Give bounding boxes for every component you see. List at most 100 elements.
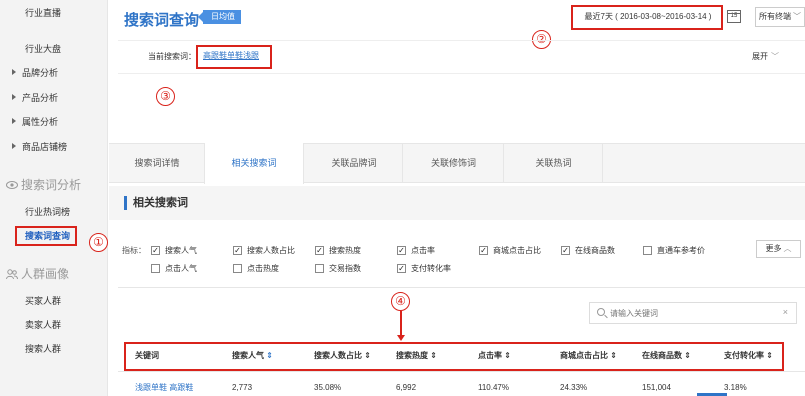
table-cell: 24.33%: [560, 383, 588, 392]
sidebar-section-label: 人群画像: [21, 267, 70, 281]
checkbox-label: 搜索热度: [329, 246, 361, 255]
sort-icon: ⇕: [504, 351, 511, 360]
users-icon: [6, 269, 18, 280]
annotation-circle-3: ③: [156, 87, 175, 106]
checkbox-search-share[interactable]: ✓ 搜索人数占比: [233, 245, 295, 256]
expand-toggle[interactable]: 展开 ﹀: [752, 51, 779, 62]
checkbox-checked-icon: ✓: [151, 246, 160, 255]
checkbox-checked-icon: ✓: [561, 246, 570, 255]
sidebar-section-crowd-profile[interactable]: 人群画像: [6, 264, 69, 284]
indicator-label: 指标：: [122, 246, 146, 255]
column-header-label: 搜索人数占比: [314, 351, 362, 360]
page-title: 搜索词查询: [124, 12, 200, 29]
checkbox-online-items[interactable]: ✓ 在线商品数: [561, 245, 615, 256]
sort-icon: ⇕: [364, 351, 371, 360]
sidebar-item-label: 商品店铺榜: [22, 142, 68, 152]
checkbox-checked-icon: ✓: [233, 246, 242, 255]
column-header-label: 搜索人气: [232, 351, 264, 360]
table-cell: 2,773: [232, 383, 253, 392]
sort-icon: ⇕: [266, 351, 273, 360]
column-header-label: 商城点击占比: [560, 351, 608, 360]
sidebar-item-industry-overview[interactable]: 行业大盘: [0, 40, 108, 58]
sidebar-item-brand-analysis[interactable]: 品牌分析: [0, 64, 108, 82]
keyword-search-box[interactable]: ×: [589, 302, 797, 324]
table-cell: 110.47%: [478, 383, 509, 392]
checkbox-search-heat[interactable]: ✓ 搜索热度: [315, 245, 361, 256]
keyword-search-input[interactable]: [610, 306, 770, 320]
sidebar-item-hot-words[interactable]: 行业热词榜: [0, 203, 108, 221]
sidebar-item-label: 属性分析: [22, 117, 59, 127]
checkbox-click-popularity[interactable]: 点击人气: [151, 263, 197, 274]
tab-search-detail[interactable]: 搜索词详情: [118, 143, 196, 183]
sidebar-section-search-analysis[interactable]: 搜索词分析: [6, 175, 81, 195]
sort-icon: ⇕: [610, 351, 617, 360]
sidebar-section-label: 搜索词分析: [21, 178, 82, 192]
column-header-label: 在线商品数: [642, 351, 682, 360]
chevron-up-icon: ︿: [783, 244, 792, 253]
checkbox-label: 商城点击占比: [493, 246, 541, 255]
sidebar-item-product-analysis[interactable]: 产品分析: [0, 89, 108, 107]
checkbox-trade-index[interactable]: 交易指数: [315, 263, 361, 274]
more-label: 更多: [765, 244, 782, 253]
checkbox-label: 交易指数: [329, 264, 361, 273]
tab-related-hot[interactable]: 关联热词: [506, 143, 601, 183]
checkbox-payment-conversion[interactable]: ✓ 支付转化率: [397, 263, 451, 274]
checkbox-unchecked-icon: [315, 264, 324, 273]
column-header-online-items[interactable]: 在线商品数 ⇕: [642, 349, 691, 363]
checkbox-unchecked-icon: [151, 264, 160, 273]
tab-divider: [602, 143, 603, 183]
clear-icon[interactable]: ×: [783, 307, 788, 317]
column-header-ctr[interactable]: 点击率 ⇕: [478, 349, 511, 363]
chevron-down-icon: ﹀: [793, 12, 801, 21]
checkbox-unchecked-icon: [643, 246, 652, 255]
checkbox-checked-icon: ✓: [397, 246, 406, 255]
more-button[interactable]: 更多 ︿: [756, 240, 801, 258]
column-header-keyword: 关键词: [135, 351, 159, 360]
column-header-search-heat[interactable]: 搜索热度 ⇕: [396, 349, 437, 363]
checkbox-label: 点击率: [411, 246, 435, 255]
checkbox-label: 直通车参考价: [657, 246, 705, 255]
sidebar-item-label: 品牌分析: [22, 68, 59, 78]
checkbox-click-heat[interactable]: 点击热度: [233, 263, 279, 274]
search-icon: [597, 308, 605, 316]
column-header-mall-click-share[interactable]: 商城点击占比 ⇕: [560, 349, 617, 363]
annotation-box-date: [571, 5, 723, 30]
checkbox-checked-icon: ✓: [479, 246, 488, 255]
column-header-search-share[interactable]: 搜索人数占比 ⇕: [314, 349, 371, 363]
sidebar-item-attribute-analysis[interactable]: 属性分析: [0, 113, 108, 131]
chevron-down-icon: ﹀: [771, 52, 779, 61]
checkbox-label: 搜索人气: [165, 246, 197, 255]
column-header-label: 搜索热度: [396, 351, 428, 360]
daily-average-badge: 日均值: [198, 10, 241, 24]
checkbox-label: 支付转化率: [411, 264, 451, 273]
tab-divider: [402, 143, 403, 183]
calendar-icon[interactable]: 15: [727, 10, 741, 23]
table-cell: 35.08%: [314, 383, 342, 392]
column-header-payment-conversion[interactable]: 支付转化率 ⇕: [724, 349, 773, 363]
table-cell-keyword[interactable]: 浅跟单鞋 高跟鞋: [135, 381, 193, 395]
checkbox-mall-click-share[interactable]: ✓ 商城点击占比: [479, 245, 541, 256]
sidebar-item-industry-live[interactable]: 行业直播: [0, 4, 108, 22]
tab-related-brand[interactable]: 关联品牌词: [309, 143, 399, 183]
chevron-right-icon: [12, 118, 16, 124]
checkbox-ctr[interactable]: ✓ 点击率: [397, 245, 435, 256]
tab-related-search[interactable]: 相关搜索词: [204, 143, 304, 184]
tab-related-modifier[interactable]: 关联修饰词: [406, 143, 501, 183]
divider: [118, 287, 805, 288]
checkbox-label: 在线商品数: [575, 246, 615, 255]
sidebar-item-shop-rank[interactable]: 商品店铺榜: [0, 138, 108, 156]
table-cell: 3.18%: [724, 383, 747, 392]
annotation-circle-1: ①: [89, 233, 108, 252]
sidebar-item-buyer-crowd[interactable]: 买家人群: [0, 292, 108, 310]
annotation-box-sidebar: [15, 226, 77, 246]
annotation-arrow-icon: [397, 311, 405, 341]
terminal-select[interactable]: 所有终端 ﹀: [755, 7, 805, 27]
sidebar-item-search-crowd[interactable]: 搜索人群: [0, 340, 108, 358]
checkbox-search-popularity[interactable]: ✓ 搜索人气: [151, 245, 197, 256]
sort-icon: ⇕: [766, 351, 773, 360]
checkbox-ztc-price[interactable]: 直通车参考价: [643, 245, 705, 256]
annotation-box-keyword: [196, 45, 272, 69]
column-header-search-popularity[interactable]: 搜索人气 ⇕: [232, 349, 273, 363]
sidebar-item-seller-crowd[interactable]: 卖家人群: [0, 316, 108, 334]
sidebar: 行业直播 行业大盘 品牌分析 产品分析 属性分析 商品店铺榜 搜索词分析 行业热…: [0, 0, 108, 396]
